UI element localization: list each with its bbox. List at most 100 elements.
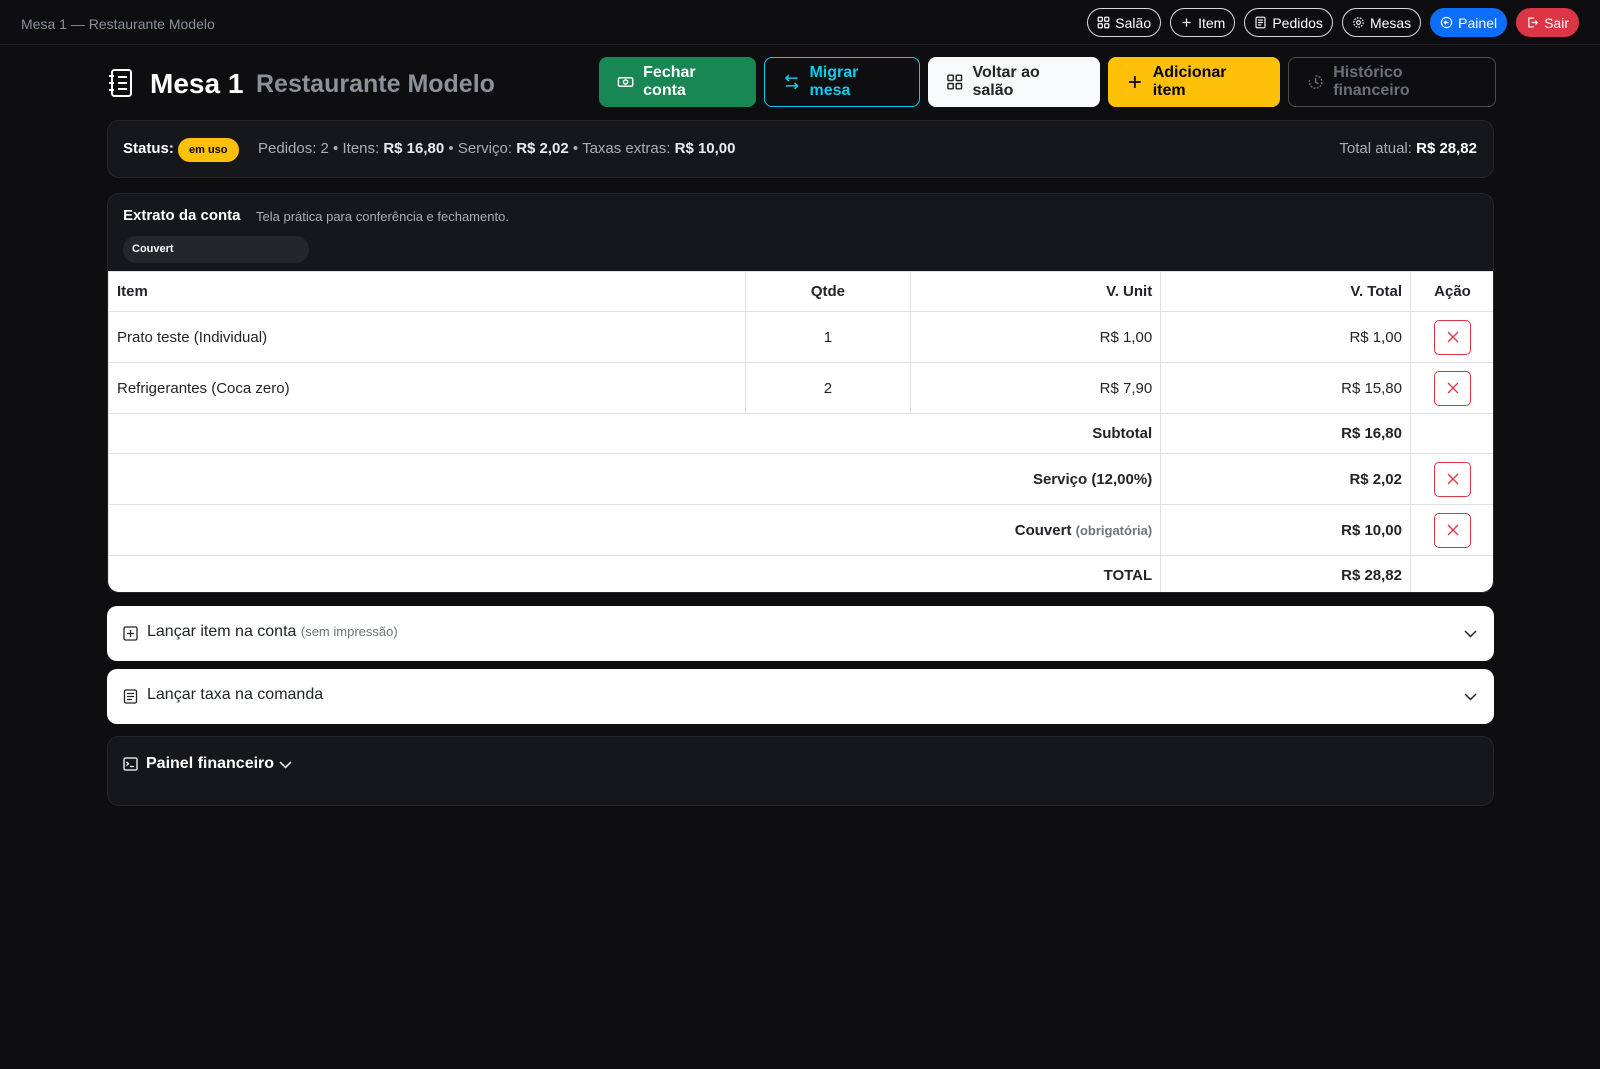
arrow-left-circle-icon: [1440, 16, 1453, 29]
col-vunit: V. Unit: [910, 271, 1162, 312]
chevron-down-icon: [1464, 693, 1477, 701]
nav-pedidos-button[interactable]: Pedidos: [1244, 8, 1333, 37]
subtotal-row: Subtotal R$ 16,80: [108, 413, 1493, 454]
table-header-row: Item Qtde V. Unit V. Total Ação: [108, 271, 1493, 312]
couvert-row-label-cell: Couvert (obrigatória): [108, 504, 1162, 556]
servico-label: Serviço:: [457, 140, 513, 157]
page-subtitle: Restaurante Modelo: [256, 70, 495, 98]
receipt-icon: [1255, 16, 1266, 29]
total-atual: Total atual: R$ 28,82: [1339, 140, 1477, 157]
row-vunit: R$ 7,90: [910, 362, 1162, 414]
terminal-icon: [123, 757, 138, 771]
remove-item-button[interactable]: [1434, 370, 1471, 406]
plus-icon: [1128, 76, 1141, 88]
cash-icon: [617, 76, 634, 88]
row-action: [1410, 311, 1493, 363]
plus-icon: [1182, 18, 1191, 27]
pedidos-label: Pedidos:: [258, 140, 317, 157]
empty-cell: [1410, 555, 1493, 592]
status-label: Status:: [123, 140, 174, 157]
bill-table: Item Qtde V. Unit V. Total Ação Prato te…: [108, 271, 1493, 592]
pedidos-count: 2: [320, 140, 329, 157]
lancar-item-note: (sem impressão): [300, 624, 398, 639]
page-title: Mesa 1: [150, 68, 244, 99]
clock-history-icon: [1308, 75, 1323, 89]
row-qtde: 2: [744, 362, 912, 414]
historico-financeiro-button[interactable]: Histórico financeiro: [1288, 57, 1496, 107]
subtotal-value: R$ 16,80: [1160, 413, 1411, 454]
remove-servico-button[interactable]: [1434, 461, 1471, 497]
col-acao: Ação: [1410, 271, 1493, 312]
couvert-row-label: Couvert: [1014, 521, 1072, 539]
extrato-title: Extrato da conta: [123, 207, 241, 224]
lancar-item-toggle[interactable]: Lançar item na conta (sem impressão): [107, 606, 1494, 661]
servico-row: Serviço (12,00%) R$ 2,02: [108, 453, 1493, 505]
row-item: Prato teste (Individual): [108, 311, 746, 363]
migrar-mesa-label: Migrar mesa: [809, 64, 859, 99]
chevron-down-icon: [1464, 630, 1477, 638]
row-vtotal: R$ 1,00: [1160, 311, 1411, 363]
row-action: [1410, 362, 1493, 414]
nav-mesas-label: Mesas: [1369, 14, 1412, 31]
lancar-taxa-toggle[interactable]: Lançar taxa na comanda: [107, 669, 1494, 724]
chevron-down-icon[interactable]: [278, 757, 293, 772]
extrato-card: Extrato da conta Tela prática para confe…: [107, 193, 1494, 593]
status-summary: Pedidos: 2 • Itens: R$ 16,80 • Serviço: …: [258, 140, 736, 157]
total-atual-label: Total atual:: [1339, 140, 1412, 157]
remove-couvert-button[interactable]: [1434, 512, 1471, 548]
adicionar-item-button[interactable]: Adicionar item: [1108, 57, 1280, 107]
nav-item-label: Item: [1198, 14, 1226, 31]
nav-item-button[interactable]: Item: [1170, 8, 1236, 37]
close-icon: [1447, 382, 1458, 394]
nav-sair-label: Sair: [1544, 14, 1569, 31]
couvert-row: Couvert (obrigatória) R$ 10,00: [108, 504, 1493, 556]
taxas-value: R$ 10,00: [674, 140, 736, 157]
row-action: [1410, 453, 1493, 505]
couvert-chip[interactable]: Couvert: [123, 236, 309, 263]
row-qtde: 1: [744, 311, 912, 363]
painel-financeiro-label[interactable]: Painel financeiro: [146, 755, 274, 773]
logout-icon: [1528, 17, 1539, 28]
nav-salao-button[interactable]: Salão: [1087, 8, 1162, 37]
voltar-salao-label: Voltar ao salão: [972, 64, 1040, 99]
remove-item-button[interactable]: [1434, 319, 1471, 355]
fechar-conta-button[interactable]: Fechar conta: [599, 57, 756, 107]
migrar-mesa-button[interactable]: Migrar mesa: [764, 57, 920, 107]
nav-painel-label: Painel: [1458, 14, 1498, 31]
nav-salao-label: Salão: [1115, 14, 1152, 31]
row-action: [1410, 504, 1493, 556]
servico-value: R$ 2,02: [516, 140, 569, 157]
nav-mesas-button[interactable]: Mesas: [1341, 8, 1422, 37]
top-bar: Mesa 1 — Restaurante Modelo Salão Item P…: [0, 0, 1600, 45]
total-value: R$ 28,82: [1160, 555, 1411, 592]
grid-icon: [947, 74, 963, 90]
row-vtotal: R$ 15,80: [1160, 362, 1411, 414]
row-item: Refrigerantes (Coca zero): [108, 362, 746, 414]
nav-sair-button[interactable]: Sair: [1516, 8, 1579, 37]
extrato-subtitle: Tela prática para conferência e fechamen…: [256, 209, 509, 224]
action-bar: Fechar conta Migrar mesa Voltar ao salão…: [599, 57, 1496, 107]
window-title: Mesa 1 — Restaurante Modelo: [21, 16, 215, 32]
status-card: Status: em uso Pedidos: 2 • Itens: R$ 16…: [107, 120, 1494, 178]
servico-row-label: Serviço (12,00%): [108, 453, 1162, 505]
close-icon: [1447, 331, 1458, 343]
nav-painel-button[interactable]: Painel: [1430, 8, 1508, 37]
col-item: Item: [108, 271, 746, 312]
itens-value: R$ 16,80: [383, 140, 445, 157]
taxas-label: Taxas extras:: [582, 140, 671, 157]
voltar-salao-button[interactable]: Voltar ao salão: [928, 57, 1100, 107]
painel-financeiro-card: Painel financeiro: [107, 736, 1494, 806]
close-icon: [1447, 473, 1458, 485]
col-qtde: Qtde: [744, 271, 912, 312]
itens-label: Itens:: [342, 140, 380, 157]
gear-icon: [1353, 17, 1364, 28]
row-vunit: R$ 1,00: [910, 311, 1162, 363]
servico-row-value: R$ 2,02: [1160, 453, 1411, 505]
total-atual-value: R$ 28,82: [1416, 140, 1477, 157]
subtotal-label: Subtotal: [108, 413, 1162, 454]
lancar-taxa-label: Lançar taxa na comanda: [147, 686, 324, 703]
journal-list-icon: [109, 69, 132, 97]
fechar-conta-label: Fechar conta: [643, 64, 696, 99]
receipt-icon: [123, 689, 138, 704]
close-icon: [1447, 524, 1458, 536]
